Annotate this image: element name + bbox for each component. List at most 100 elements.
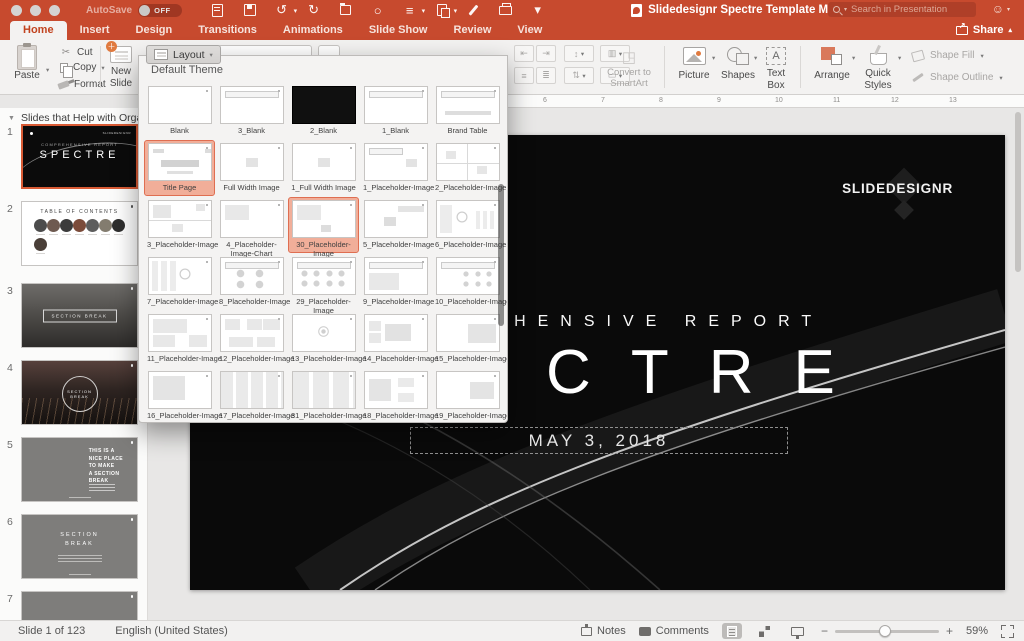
list-icon[interactable]: ≡ ▾ <box>402 3 425 18</box>
copy-button[interactable]: Copy ▾ <box>60 62 105 78</box>
tab-insert[interactable]: Insert <box>67 21 123 40</box>
slide-thumbnail-3[interactable]: 3 SECTION BREAK <box>0 283 147 353</box>
layout-item[interactable]: 1_Full Width Image <box>288 140 359 196</box>
picture-folder-icon[interactable] <box>338 3 353 18</box>
tab-animations[interactable]: Animations <box>270 21 356 40</box>
zoom-out-button[interactable]: − <box>821 624 828 638</box>
layout-item[interactable]: 2_Placeholder-Image <box>432 140 506 196</box>
picture-button[interactable]: Picture <box>672 47 716 81</box>
quick-styles-button[interactable]: Quick Styles <box>856 47 900 91</box>
layout-item[interactable]: 3_Placeholder-Image <box>144 197 218 253</box>
cut-button[interactable]: ✂ Cut <box>60 46 93 58</box>
text-direction-button[interactable]: ⇅ ▾ <box>564 67 594 84</box>
slide-1-thumb[interactable]: SLIDEDESIGNR COMPREHENSIVE REPORT SPECTR… <box>21 124 138 189</box>
layout-item[interactable]: 11_Placeholder-Image <box>144 311 222 367</box>
slide-thumbnail-2[interactable]: 2 TABLE OF CONTENTS <box>0 201 147 271</box>
main-scrollbar[interactable] <box>1015 112 1021 272</box>
slide-7-thumb[interactable] <box>21 591 138 620</box>
arrange-button[interactable]: Arrange <box>808 47 856 81</box>
slide-thumbnail-4[interactable]: 4 SECTION BREAK <box>0 360 147 430</box>
section-disclosure-icon[interactable]: ▼ <box>8 115 15 122</box>
list-caret-icon[interactable]: ▾ <box>422 7 426 15</box>
layout-item[interactable]: 9_Placeholder-Image <box>360 254 434 310</box>
share-button[interactable]: Share ▴ <box>955 21 1012 36</box>
slide-6-thumb[interactable]: SECTION BREAK <box>21 514 138 579</box>
layout-item[interactable]: 15_Placeholder-Image <box>432 311 507 367</box>
new-slide-button[interactable]: New Slide <box>104 41 138 89</box>
paste-quick-icon[interactable]: ▾ <box>434 3 457 18</box>
zoom-in-button[interactable]: + <box>946 624 953 638</box>
layout-item[interactable]: 14_Placeholder-Image <box>360 311 438 367</box>
layout-item[interactable]: 2_Blank <box>288 83 359 139</box>
slide-thumbnail-7[interactable]: 7 <box>0 591 147 620</box>
print-icon[interactable] <box>498 2 513 18</box>
language-indicator[interactable]: English (United States) <box>115 625 228 637</box>
layout-item[interactable]: 5_Placeholder-Image <box>360 197 434 253</box>
toolbar-more-icon[interactable]: ▾ <box>530 2 545 18</box>
slide-3-thumb[interactable]: SECTION BREAK <box>21 283 138 348</box>
indent-decrease-button[interactable]: ⇤ <box>514 45 534 62</box>
layout-item[interactable]: 4_Placeholder-Image-Chart <box>216 197 287 258</box>
layout-item[interactable]: 3_Blank <box>216 83 287 139</box>
slide-5-thumb[interactable]: THIS IS A NICE PLACE TO MAKE A SECTION B… <box>21 437 138 502</box>
shape-circle-icon[interactable]: ○ <box>370 3 385 18</box>
notes-button[interactable]: Notes <box>581 623 626 637</box>
zoom-window-button[interactable] <box>49 4 60 16</box>
new-file-icon[interactable] <box>210 3 225 18</box>
tab-home[interactable]: Home <box>10 21 67 40</box>
draw-icon[interactable] <box>466 3 481 18</box>
layout-item[interactable]: 6_Placeholder-Image <box>432 197 506 253</box>
close-window-button[interactable] <box>11 4 22 16</box>
slideshow-view-button[interactable] <box>788 623 808 639</box>
layout-item[interactable]: 8_Placeholder-Image <box>216 254 290 310</box>
slide-thumbnail-5[interactable]: 5 THIS IS A NICE PLACE TO MAKE A SECTION… <box>0 437 147 507</box>
layout-item[interactable]: 16_Placeholder-Image <box>144 368 222 422</box>
collapse-ribbon-icon[interactable]: ▴ <box>1008 26 1012 34</box>
zoom-slider[interactable] <box>834 624 939 637</box>
layout-item[interactable]: 10_Placeholder-Image <box>432 254 507 310</box>
save-icon[interactable] <box>242 3 257 18</box>
layout-item[interactable]: 31_Placeholder-Image <box>288 368 366 422</box>
tab-slide-show[interactable]: Slide Show <box>356 21 441 40</box>
search-scope-caret-icon[interactable]: ▾ <box>844 6 847 13</box>
slide-4-thumb[interactable]: SECTION BREAK <box>21 360 138 425</box>
layout-item[interactable]: 30_Placeholder-Image <box>288 197 359 258</box>
paste-button[interactable]: Paste <box>10 43 44 81</box>
tab-review[interactable]: Review <box>441 21 505 40</box>
justify-button[interactable]: ≣ <box>536 67 556 84</box>
zoom-percentage[interactable]: 59% <box>966 625 988 637</box>
layout-item[interactable]: 1_Blank <box>360 83 431 139</box>
redo-icon[interactable]: ↻ <box>306 2 321 18</box>
text-box-button[interactable]: A Text Box <box>757 47 795 91</box>
slide-2-thumb[interactable]: TABLE OF CONTENTS <box>21 201 138 266</box>
normal-view-button[interactable] <box>721 623 742 639</box>
tab-transitions[interactable]: Transitions <box>185 21 270 40</box>
slide-date-placeholder[interactable]: MAY 3, 2018 <box>410 427 788 454</box>
layout-item[interactable]: Brand Table <box>432 83 503 139</box>
search-input[interactable]: ▾ Search in Presentation <box>828 2 976 17</box>
layout-item[interactable]: 7_Placeholder-Image <box>144 254 218 310</box>
undo-caret-icon[interactable]: ▾ <box>294 7 298 15</box>
shape-outline-button[interactable]: Shape Outline ▾ <box>912 72 1003 83</box>
line-spacing-button[interactable]: ↕ ▾ <box>564 45 594 62</box>
minimize-window-button[interactable] <box>30 4 41 16</box>
layout-item[interactable]: 13_Placeholder-Image <box>288 311 366 367</box>
tab-design[interactable]: Design <box>123 21 186 40</box>
tab-view[interactable]: View <box>504 21 555 40</box>
shapes-button[interactable]: Shapes <box>716 47 760 81</box>
undo-icon[interactable]: ↺ ▾ <box>274 2 297 18</box>
paste-caret-icon[interactable]: ▾ <box>46 66 49 74</box>
zoom-slider-thumb[interactable] <box>878 624 891 637</box>
feedback-button[interactable]: ☺ ▾ <box>992 2 1010 16</box>
layout-dropdown-scrollbar[interactable] <box>498 184 504 326</box>
format-button[interactable]: Format <box>57 79 106 90</box>
shape-fill-button[interactable]: Shape Fill ▾ <box>910 49 984 62</box>
align-left-button[interactable]: ≡ <box>514 67 534 84</box>
slide-thumbnail-6[interactable]: 6 SECTION BREAK <box>0 514 147 584</box>
convert-smartart-button[interactable]: ◳ Convert to SmartArt <box>598 48 660 90</box>
layout-item[interactable]: Full Width Image <box>216 140 287 196</box>
indent-increase-button[interactable]: ⇥ <box>536 45 556 62</box>
layout-item[interactable]: Blank <box>144 83 215 139</box>
layout-item[interactable]: 18_Placeholder-Image <box>360 368 438 422</box>
layout-item[interactable]: Title Page <box>144 140 215 196</box>
